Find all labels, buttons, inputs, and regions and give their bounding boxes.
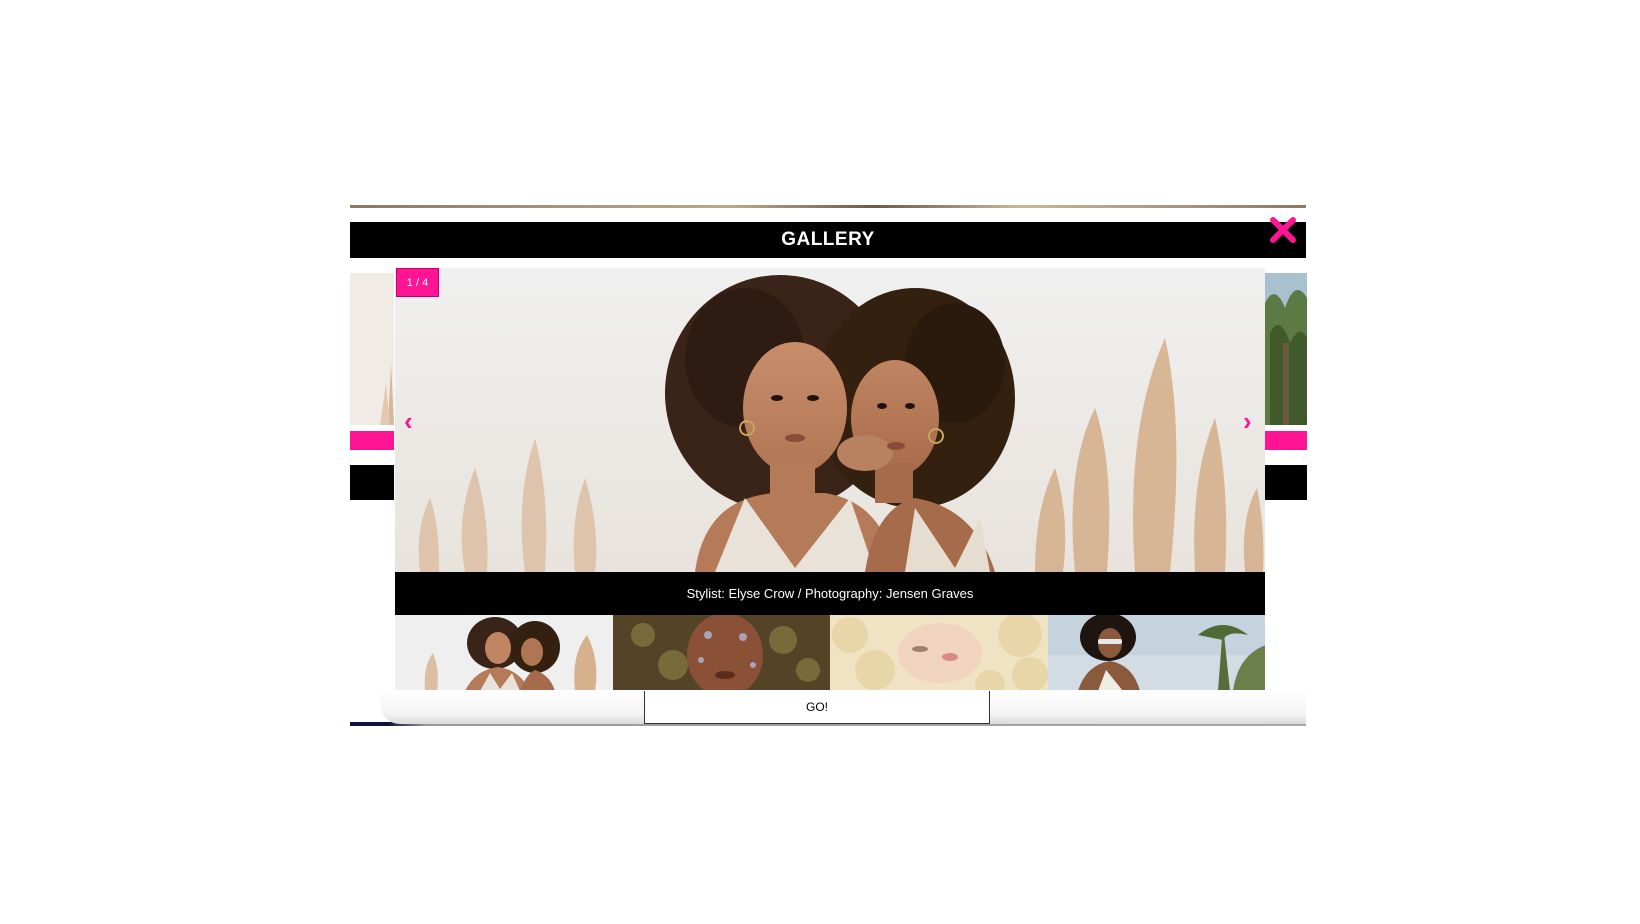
chevron-right-icon[interactable]: › — [1243, 408, 1252, 434]
next-slide-peek[interactable] — [1265, 273, 1307, 425]
slide-caption: Stylist: Elyse Crow / Photography: Jense… — [395, 572, 1265, 615]
thumbnail-1[interactable] — [395, 615, 613, 691]
slide-counter: 1 / 4 — [396, 268, 439, 297]
caption-text: Stylist: Elyse Crow / Photography: Jense… — [686, 586, 974, 601]
previous-slide-pink-bar — [350, 431, 394, 450]
background-divider-top — [350, 205, 1306, 208]
close-x-icon — [1270, 217, 1296, 243]
close-button[interactable] — [1268, 215, 1298, 245]
main-slide-image — [395, 268, 1265, 572]
next-slide-black-bar — [1265, 465, 1307, 500]
thumbnail-4[interactable] — [1047, 615, 1265, 691]
thumbnail-2[interactable] — [612, 615, 830, 691]
next-slide-pink-bar — [1265, 431, 1307, 450]
chevron-left-icon[interactable]: ‹ — [404, 408, 413, 434]
previous-slide-peek[interactable] — [350, 273, 394, 425]
gallery-header: GALLERY — [350, 222, 1306, 258]
previous-slide-black-bar — [350, 465, 394, 500]
thumbnail-3[interactable] — [830, 615, 1048, 691]
thumbnail-strip — [395, 615, 1265, 691]
gallery-title: GALLERY — [781, 229, 875, 250]
page-background: GALLERY 1 / 4 ‹ › Stylist: Elyse Crow / … — [0, 0, 1640, 924]
go-button[interactable]: GO! — [644, 691, 990, 724]
